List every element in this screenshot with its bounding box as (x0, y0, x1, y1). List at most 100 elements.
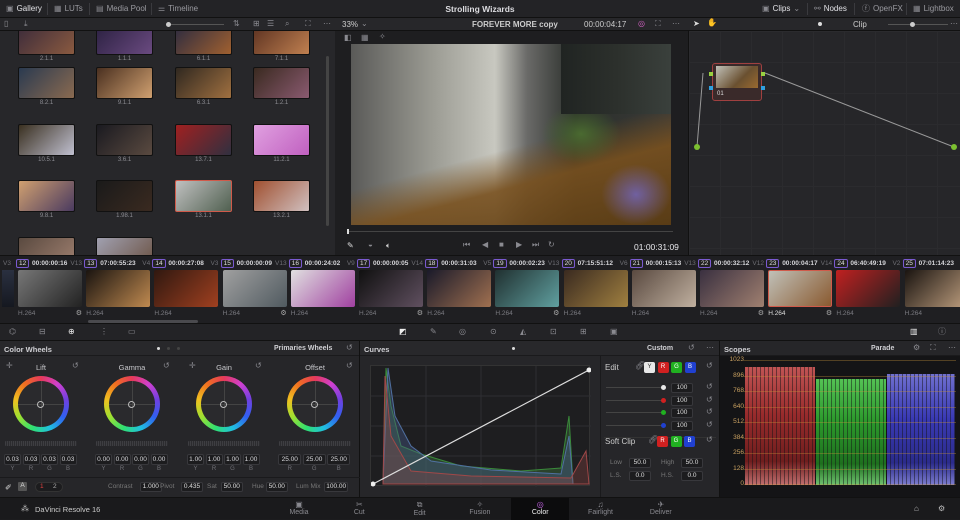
picker-icon[interactable]: ✛ (6, 362, 13, 370)
soft-clip-channel-r[interactable]: R (657, 436, 668, 447)
master-wheel-slider[interactable] (96, 441, 168, 446)
page-fusion[interactable]: ✧ Fusion (451, 498, 509, 520)
gallery-still[interactable] (175, 67, 232, 99)
intensity-value[interactable]: 100 (671, 408, 693, 418)
reset-icon[interactable]: ↺ (255, 362, 262, 370)
gallery-still[interactable] (175, 124, 232, 156)
color-wheels-palette-icon[interactable]: ⊕ (68, 327, 75, 336)
wheel-value-r[interactable]: 0.00 (113, 454, 131, 465)
clip-thumbnail[interactable] (631, 270, 696, 307)
page-edit[interactable]: ⧉ Edit (391, 498, 449, 520)
page-2-button[interactable]: 2 (53, 483, 57, 490)
fullscreen-icon[interactable]: ⛶ (655, 20, 661, 28)
color-picker-icon[interactable]: ◎ (638, 19, 645, 28)
camera-raw-icon[interactable]: ⌬ (9, 328, 16, 336)
slider-knob[interactable] (661, 422, 666, 428)
wheel-value-b[interactable]: 25.00 (327, 454, 351, 465)
intensity-value[interactable]: 100 (671, 420, 693, 431)
play-icon[interactable]: ▶ (516, 241, 522, 249)
master-wheel-slider[interactable] (188, 441, 260, 446)
settings-icon[interactable]: ⚙ (913, 344, 920, 352)
skip-back-icon[interactable]: ⏮ (463, 241, 470, 249)
blur-icon[interactable]: ◭ (520, 328, 526, 336)
wheel-value-r[interactable]: 25.00 (278, 454, 302, 465)
wheel-value-y[interactable]: 0.00 (95, 454, 112, 465)
wheel-value-g[interactable]: 0.00 (132, 454, 149, 465)
eyedropper-icon[interactable]: ✎ (347, 241, 354, 250)
clip-thumbnail[interactable] (154, 270, 219, 307)
fullscreen-icon[interactable]: ⛶ (930, 344, 936, 352)
highlight-icon[interactable]: ✧ (379, 33, 386, 41)
more-icon[interactable]: ⋯ (672, 20, 680, 28)
soft-clip-channel-g[interactable]: G (670, 436, 682, 447)
clip-21[interactable]: 21 00:00:15:13 V13 H.264 (629, 256, 698, 322)
wheel-value-b[interactable]: 0.00 (150, 454, 168, 465)
grid-view-icon[interactable]: ⊞ (253, 20, 260, 28)
curve-channel-g[interactable]: G (671, 362, 682, 373)
page-fairlight[interactable]: ♫ Fairlight (572, 498, 630, 520)
3d-icon[interactable]: ▣ (610, 328, 618, 336)
high-input[interactable]: 50.0 (681, 458, 703, 468)
wheel-handle[interactable] (311, 401, 318, 408)
clip-16[interactable]: 16 00:00:24:02 V9 H.264 (288, 256, 357, 322)
ls-input[interactable]: 0.0 (629, 471, 651, 481)
tracker-icon[interactable]: ⊙ (490, 328, 497, 336)
tab-openfx[interactable]: ⓕ OpenFX (862, 4, 903, 13)
wheel-value-y[interactable]: 1.00 (187, 454, 204, 465)
zoom-level[interactable]: 33% (342, 20, 358, 29)
clip-13[interactable]: 13 07:00:55:23 V4 H.264 (84, 256, 152, 322)
picker-icon[interactable]: ✛ (189, 362, 196, 370)
clip-18[interactable]: 18 00:00:31:03 V5 H.264 (425, 256, 493, 322)
reset-icon[interactable]: ↺ (346, 362, 353, 370)
intensity-slider[interactable] (606, 424, 662, 426)
reset-icon[interactable]: ↺ (706, 408, 713, 416)
gear-icon[interactable]: ⚙ (417, 309, 423, 317)
reset-icon[interactable]: ↺ (706, 436, 713, 444)
reset-icon[interactable]: ↺ (72, 362, 79, 370)
clip-thumbnail[interactable] (359, 270, 423, 307)
clip-thumbnail[interactable] (836, 270, 901, 307)
wheel-value-b[interactable]: 1.00 (242, 454, 260, 465)
node-output-key[interactable] (761, 86, 765, 90)
wipe-icon[interactable]: ▦ (361, 34, 369, 42)
reset-icon[interactable]: ↺ (706, 383, 713, 391)
gallery-still[interactable] (253, 124, 310, 156)
settings-icon[interactable]: ⚙ (938, 504, 945, 513)
pointer-icon[interactable]: ➤ (693, 19, 700, 28)
key-icon[interactable]: ⊡ (550, 328, 557, 336)
source-timecode[interactable]: 00:00:04:17 (584, 20, 626, 29)
sidebar-toggle-icon[interactable]: ▯ (4, 20, 8, 28)
output-dot[interactable] (951, 144, 957, 150)
clip-22[interactable]: 22 00:00:32:12 V12 H.264 ⚙ (698, 256, 766, 322)
wheel-value-b[interactable]: 0.03 (59, 454, 77, 465)
reset-icon[interactable]: ↺ (706, 395, 713, 404)
clip-thumbnail[interactable] (18, 270, 82, 307)
gallery-still[interactable] (18, 67, 75, 99)
node-zoom-slider[interactable] (888, 22, 948, 27)
curve-channel-y[interactable]: Y (644, 362, 655, 373)
gallery-still[interactable] (18, 31, 75, 55)
clip-19[interactable]: 19 00:00:02:23 V13 H.264 ⚙ (493, 256, 561, 322)
soft-clip-channel-b[interactable]: B (684, 436, 695, 447)
node-input-key[interactable] (709, 86, 713, 90)
auto-button[interactable]: A (18, 482, 27, 491)
clip-thumbnail[interactable] (904, 270, 960, 307)
clip-23[interactable]: 23 00:00:04:17 V14 H.264 ⚙ (766, 256, 834, 322)
page-media[interactable]: ▣ Media (270, 498, 328, 520)
gallery-still[interactable] (253, 67, 310, 99)
gear-icon[interactable]: ⚙ (76, 309, 82, 317)
master-wheel-slider[interactable] (279, 441, 351, 446)
lum-mix-input[interactable]: 100.00 (324, 482, 349, 492)
gallery-still[interactable] (18, 180, 75, 212)
wheel-value-r[interactable]: 1.00 (205, 454, 223, 465)
gallery-still[interactable] (253, 31, 310, 55)
hue-input[interactable]: 50.00 (265, 482, 288, 492)
fullscreen-icon[interactable]: ⛶ (305, 20, 311, 28)
clip-17[interactable]: 17 00:00:00:05 V14 H.264 ⚙ (357, 256, 425, 322)
page-deliver[interactable]: ✈ Deliver (632, 498, 690, 520)
intensity-value[interactable]: 100 (671, 383, 693, 393)
wheel-value-g[interactable]: 0.03 (41, 454, 58, 465)
scope-mode-dropdown[interactable]: Parade (871, 345, 894, 352)
contrast-input[interactable]: 1.000 (139, 482, 162, 492)
slider-knob[interactable] (661, 385, 666, 390)
